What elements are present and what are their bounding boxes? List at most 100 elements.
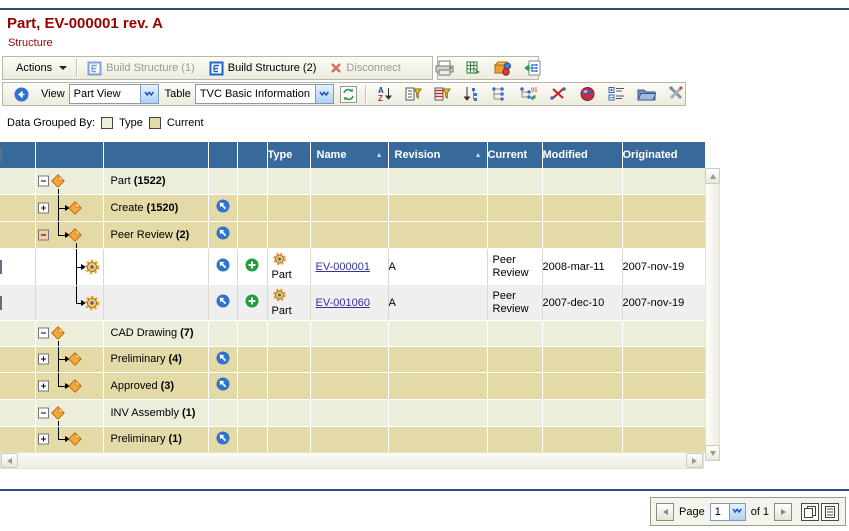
disconnect-button: Disconnect [323,57,407,79]
group-row: Peer Review(2) [0,221,705,248]
column-header-originated[interactable]: Originated [622,142,705,168]
collapse-toggle[interactable] [38,407,49,418]
cell [388,426,487,452]
previous-page-button[interactable] [656,503,674,521]
svg-text:99: 99 [531,88,537,94]
table-select[interactable]: TVC Basic Information [195,84,334,104]
visualization-icon[interactable] [493,60,513,76]
nav-circle-icon[interactable] [216,199,230,213]
collapse-toggle[interactable] [38,328,49,339]
group-label-cell: Peer Review(2) [103,221,208,248]
grouped-by-label: Data Grouped By: [7,117,95,129]
cell [622,372,705,399]
filter-list-icon[interactable] [405,86,422,102]
collapse-toggle[interactable] [38,229,49,240]
cell [237,221,267,248]
chevron-down-icon [59,66,67,70]
nav-circle-icon[interactable] [216,351,230,365]
refresh-icon[interactable] [340,86,357,103]
actions-toolbar: Actions Build Structure (1) Build Struct… [2,56,433,80]
vertical-scrollbar[interactable] [705,168,720,461]
part-name-link[interactable]: EV-000001 [311,261,370,273]
show-all-pages-button[interactable] [801,503,819,521]
tree-structure-icon[interactable] [491,86,507,102]
group-diamond-icon [51,406,65,420]
scroll-up-button[interactable] [705,168,720,184]
select-all-header[interactable] [0,142,35,168]
expand-level-icon[interactable] [463,86,479,102]
page-list-button[interactable] [821,503,839,521]
nav-circle-icon[interactable] [216,226,230,240]
nav-circle-icon[interactable] [216,377,230,391]
cell [208,168,237,194]
tree-line [58,386,65,387]
collapse-toggle[interactable] [38,175,49,186]
build-structure-2-button[interactable]: Build Structure (2) [202,57,324,79]
modified-cell: 2007-dec-10 [542,285,622,320]
cell [622,346,705,372]
cell [487,221,542,248]
page-select[interactable]: 1 [710,503,746,521]
filter-table-icon[interactable] [434,86,451,102]
header-cell [208,142,237,168]
expand-toggle[interactable] [38,380,49,391]
group-label: Peer Review [111,229,173,241]
export-page-icon[interactable] [524,60,542,76]
column-header-name[interactable]: Name▲ [310,142,388,168]
export-table-icon[interactable] [466,60,482,76]
row-checkbox[interactable] [0,296,2,310]
cell [542,320,622,346]
tree-line [58,341,59,346]
bottom-divider [0,489,849,491]
cell [622,194,705,221]
tree-line [58,427,59,440]
horizontal-scrollbar[interactable] [0,452,704,469]
page-count-label: of 1 [751,506,769,518]
part-name-link[interactable]: EV-001060 [311,297,370,309]
expand-toggle[interactable] [38,202,49,213]
back-icon[interactable] [14,87,29,102]
column-header-revision[interactable]: Revision▲ [388,142,487,168]
build-structure-icon [87,61,102,76]
actions-menu-button[interactable]: Actions [9,57,74,79]
type-cell: Part [267,285,310,320]
toolbar-separator [365,85,367,103]
view-select-value: Part View [70,88,140,100]
cell [542,399,622,426]
column-header-modified[interactable]: Modified [542,142,622,168]
printer-icon[interactable] [435,60,455,76]
scroll-down-button[interactable] [705,445,720,461]
view-select[interactable]: Part View [69,84,159,104]
cell [267,320,310,346]
pagination-bar: Page 1 of 1 [650,497,846,526]
nav-circle-icon[interactable] [216,258,230,272]
part-gear-icon [84,295,100,311]
nav-circle-icon[interactable] [216,431,230,445]
expand-all-icon[interactable] [608,86,625,102]
column-header-type[interactable]: Type [267,142,310,168]
tree-line [58,373,59,386]
next-page-button[interactable] [774,503,792,521]
cell [267,372,310,399]
nav-circle-icon[interactable] [216,294,230,308]
tree-line [76,243,77,248]
row-checkbox[interactable] [0,260,2,274]
remove-structure-icon[interactable] [549,86,567,102]
folder-icon[interactable] [637,87,656,102]
column-header-current[interactable]: Current [487,142,542,168]
expand-toggle[interactable] [38,434,49,445]
sphere-chart-icon[interactable] [579,86,596,102]
cell [267,426,310,452]
tree-line [58,439,65,440]
add-circle-icon[interactable] [245,294,259,308]
select-all-checkbox[interactable] [0,148,2,162]
expand-toggle[interactable] [38,354,49,365]
renumber-structure-icon[interactable]: 99 [519,86,537,102]
sort-az-icon[interactable]: AZ [377,86,393,102]
select-cell [0,248,35,285]
cell [267,194,310,221]
tools-icon[interactable] [668,86,685,102]
scroll-left-button[interactable] [1,453,18,468]
scroll-right-button[interactable] [686,453,703,468]
add-circle-icon[interactable] [245,258,259,272]
